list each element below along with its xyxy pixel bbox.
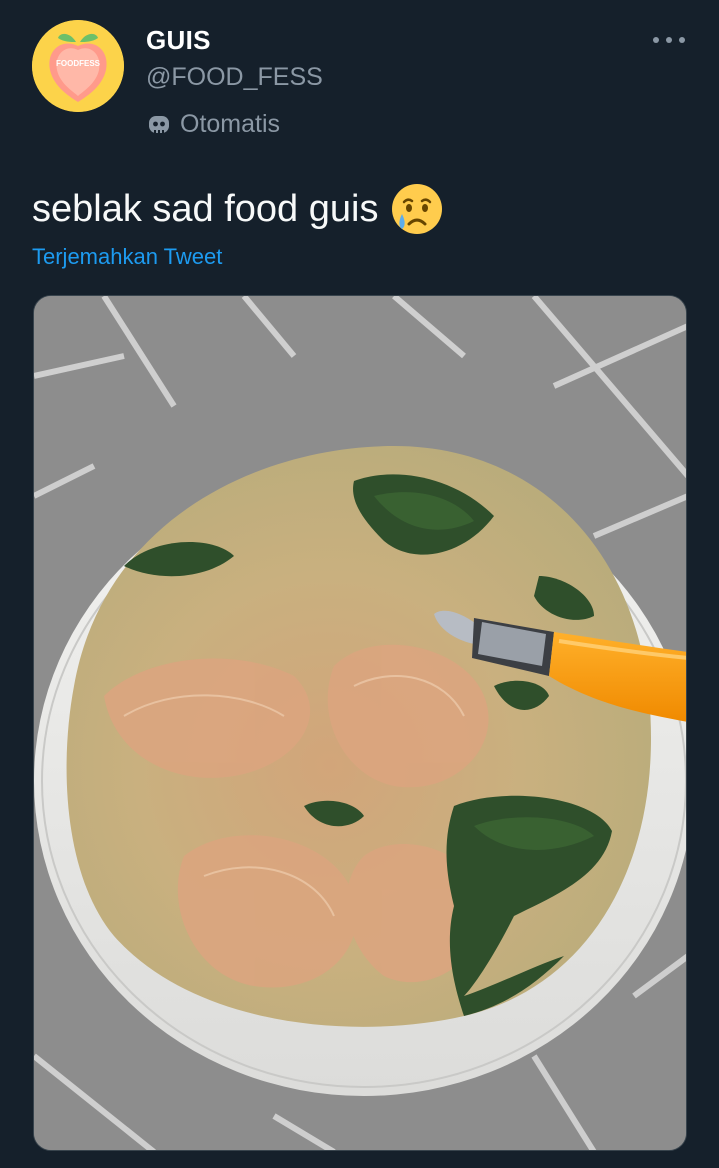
avatar-peach-logo: FOODFESS xyxy=(32,20,124,112)
more-options-button[interactable] xyxy=(653,28,685,52)
tweet[interactable]: FOODFESS GUIS @FOOD_FESS Otomatis seblak… xyxy=(0,0,719,1168)
translate-tweet-link[interactable]: Terjemahkan Tweet xyxy=(32,244,222,270)
avatar[interactable]: FOODFESS xyxy=(32,20,124,112)
tweet-text: seblak sad food guis xyxy=(32,182,444,236)
robot-icon xyxy=(149,116,169,133)
crying-face-emoji xyxy=(392,184,443,234)
tweet-text-body: seblak sad food guis xyxy=(32,187,379,230)
author-name[interactable]: GUIS xyxy=(146,25,211,56)
seblak-soup-photo xyxy=(34,296,686,1150)
automated-account-label: Otomatis xyxy=(146,108,280,140)
avatar-text: FOODFESS xyxy=(56,59,101,68)
author-handle[interactable]: @FOOD_FESS xyxy=(146,63,323,92)
more-horizontal-icon xyxy=(653,37,659,43)
automated-label-text: Otomatis xyxy=(180,109,281,138)
tweet-photo[interactable] xyxy=(33,295,687,1151)
